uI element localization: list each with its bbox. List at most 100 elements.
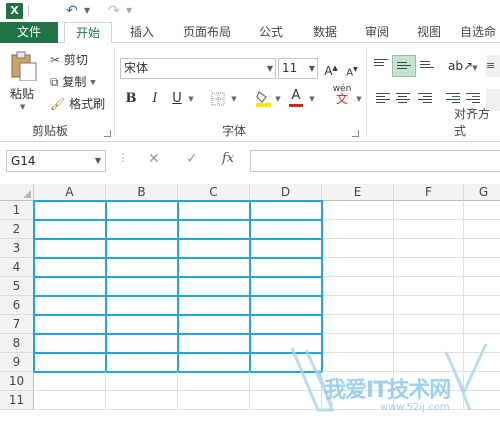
- cell[interactable]: [322, 372, 394, 391]
- cell[interactable]: [177, 219, 251, 240]
- row-header[interactable]: 9: [0, 353, 34, 372]
- cell[interactable]: [322, 220, 394, 239]
- tab-home[interactable]: 开始: [64, 22, 112, 44]
- cell[interactable]: [105, 295, 179, 316]
- cell[interactable]: [464, 239, 500, 258]
- bottom-align-icon[interactable]: [420, 61, 434, 73]
- cell[interactable]: [177, 200, 251, 221]
- cell[interactable]: [464, 334, 500, 353]
- cell[interactable]: [177, 238, 251, 259]
- cell[interactable]: [249, 238, 323, 259]
- orientation-button[interactable]: ab↗: [448, 57, 473, 75]
- cell[interactable]: [464, 315, 500, 334]
- cell[interactable]: [464, 353, 500, 372]
- more-options-icon[interactable]: ⋮: [118, 153, 128, 164]
- cell[interactable]: [33, 257, 107, 278]
- font-launcher-icon[interactable]: [352, 130, 359, 137]
- column-header[interactable]: A: [34, 184, 106, 201]
- row-header[interactable]: 1: [0, 201, 34, 220]
- cell[interactable]: [177, 352, 251, 373]
- cell[interactable]: [34, 391, 106, 410]
- phonetic-guide-button[interactable]: wén 文: [330, 84, 354, 105]
- cell[interactable]: [322, 315, 394, 334]
- increase-indent-icon[interactable]: [466, 93, 480, 105]
- cell[interactable]: [322, 353, 394, 372]
- row-header[interactable]: 8: [0, 334, 34, 353]
- cell[interactable]: [105, 219, 179, 240]
- cell[interactable]: [33, 200, 107, 221]
- cell[interactable]: [105, 257, 179, 278]
- column-header[interactable]: C: [178, 184, 250, 201]
- increase-font-size-button[interactable]: A▲: [322, 59, 340, 78]
- formula-input[interactable]: [250, 150, 500, 172]
- underline-dropdown-icon[interactable]: ▼: [186, 90, 196, 108]
- cell[interactable]: [105, 276, 179, 297]
- font-color-button[interactable]: A: [288, 87, 304, 107]
- cell[interactable]: [177, 314, 251, 335]
- row-header[interactable]: 11: [0, 391, 34, 410]
- cell[interactable]: [177, 295, 251, 316]
- cancel-button[interactable]: ✕: [148, 151, 160, 167]
- cell[interactable]: [464, 391, 500, 410]
- decrease-font-size-button[interactable]: A▼: [344, 61, 360, 79]
- cell[interactable]: [177, 257, 251, 278]
- cell[interactable]: [105, 314, 179, 335]
- tab-file[interactable]: 文件: [0, 22, 58, 43]
- tab-review[interactable]: 审阅: [354, 22, 400, 43]
- cell[interactable]: [250, 391, 322, 410]
- cell[interactable]: [250, 372, 322, 391]
- cell[interactable]: [178, 372, 250, 391]
- align-right-icon[interactable]: [418, 93, 432, 105]
- cell[interactable]: [177, 333, 251, 354]
- cell[interactable]: [106, 391, 178, 410]
- cell[interactable]: [33, 352, 107, 373]
- cell[interactable]: [394, 372, 464, 391]
- cell[interactable]: [249, 314, 323, 335]
- cell[interactable]: [394, 201, 464, 220]
- wrap-text-icon[interactable]: ≡: [486, 55, 500, 77]
- cell[interactable]: [105, 200, 179, 221]
- cell[interactable]: [464, 220, 500, 239]
- tab-view[interactable]: 视图: [406, 22, 452, 43]
- cell[interactable]: [394, 334, 464, 353]
- column-header[interactable]: D: [250, 184, 322, 201]
- cell[interactable]: [249, 257, 323, 278]
- cell[interactable]: [249, 200, 323, 221]
- cell[interactable]: [178, 391, 250, 410]
- copy-button[interactable]: ⧉ 复制 ▼: [50, 74, 96, 91]
- cell[interactable]: [249, 333, 323, 354]
- cell[interactable]: [394, 315, 464, 334]
- top-align-icon[interactable]: [374, 59, 388, 71]
- row-header[interactable]: 4: [0, 258, 34, 277]
- cell[interactable]: [464, 277, 500, 296]
- cell[interactable]: [394, 353, 464, 372]
- cell[interactable]: [33, 333, 107, 354]
- cell[interactable]: [464, 296, 500, 315]
- font-color-dropdown-icon[interactable]: ▼: [307, 90, 317, 108]
- fill-color-dropdown-icon[interactable]: ▼: [273, 90, 283, 108]
- undo-icon[interactable]: ↶: [66, 1, 78, 21]
- font-name-select[interactable]: 宋体 ▼: [120, 58, 276, 79]
- row-header[interactable]: 7: [0, 315, 34, 334]
- bold-button[interactable]: B: [124, 90, 138, 108]
- decrease-indent-icon[interactable]: [446, 93, 460, 105]
- name-box[interactable]: G14 ▼: [6, 150, 106, 172]
- cell[interactable]: [33, 219, 107, 240]
- cell[interactable]: [394, 220, 464, 239]
- border-dropdown-icon[interactable]: ▼: [229, 90, 239, 108]
- cell[interactable]: [394, 258, 464, 277]
- format-painter-button[interactable]: 🖌 格式刷: [50, 96, 105, 112]
- tab-formulas[interactable]: 公式: [248, 22, 294, 43]
- italic-button[interactable]: I: [148, 90, 162, 108]
- worksheet-grid[interactable]: A B C D E F G 1 2 3 4 5 6 7 8 9 10 11: [0, 184, 500, 420]
- cell[interactable]: [105, 352, 179, 373]
- tab-custom[interactable]: 自选命: [460, 22, 500, 43]
- cell[interactable]: [464, 258, 500, 277]
- align-left-icon[interactable]: [376, 93, 390, 105]
- cell[interactable]: [105, 333, 179, 354]
- cell[interactable]: [322, 391, 394, 410]
- insert-function-button[interactable]: fx: [222, 151, 234, 166]
- cell[interactable]: [394, 277, 464, 296]
- cell[interactable]: [394, 296, 464, 315]
- cell[interactable]: [33, 314, 107, 335]
